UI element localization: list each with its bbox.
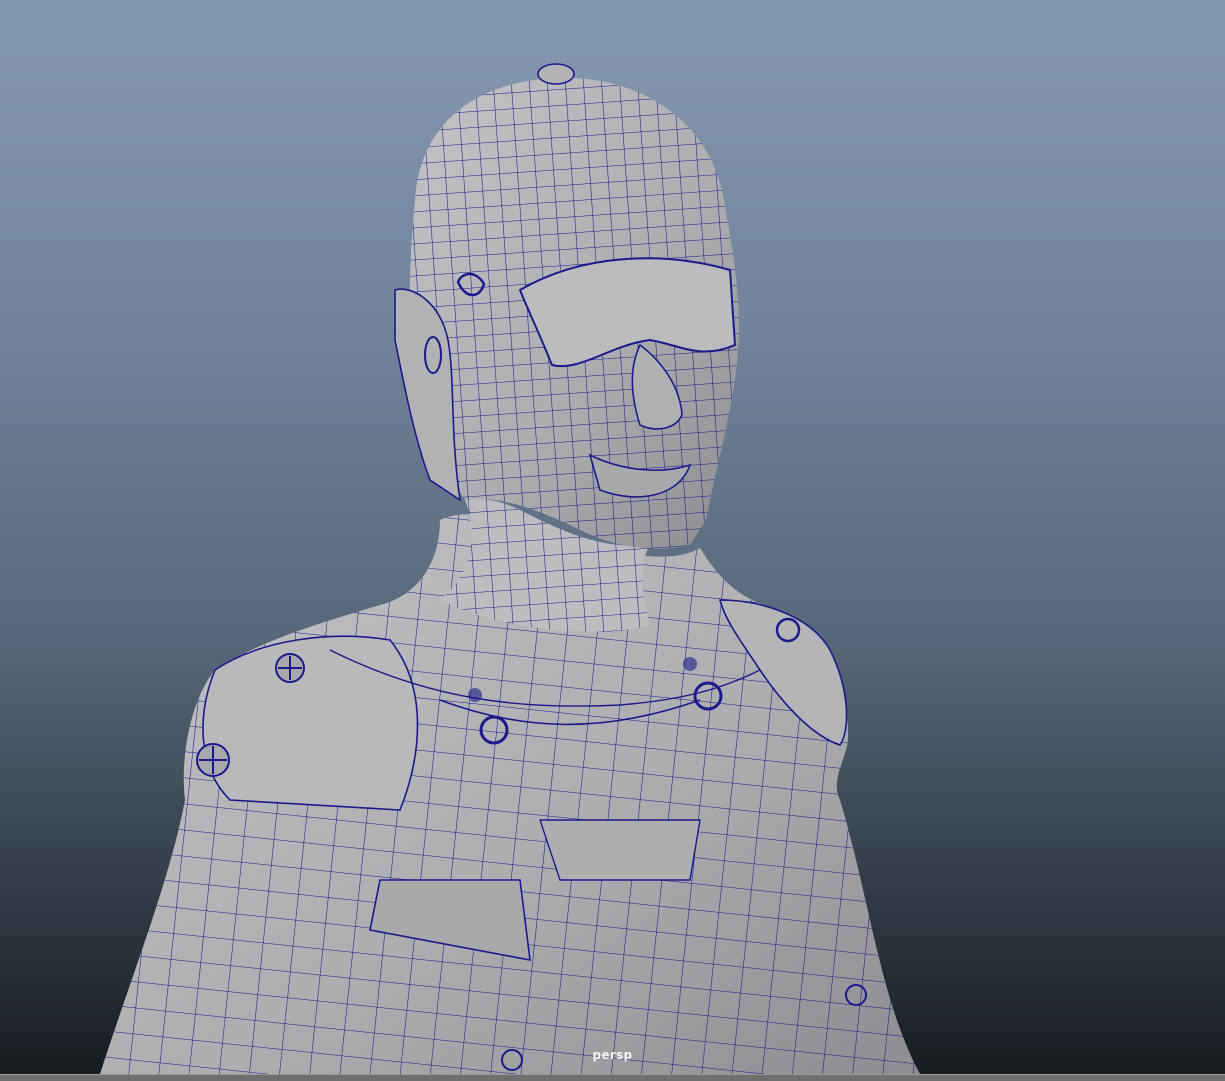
head-mesh bbox=[394, 63, 739, 549]
perspective-viewport[interactable]: persp bbox=[0, 0, 1225, 1074]
character-mesh-model[interactable] bbox=[0, 0, 1225, 1074]
camera-name-label: persp bbox=[592, 1048, 633, 1062]
